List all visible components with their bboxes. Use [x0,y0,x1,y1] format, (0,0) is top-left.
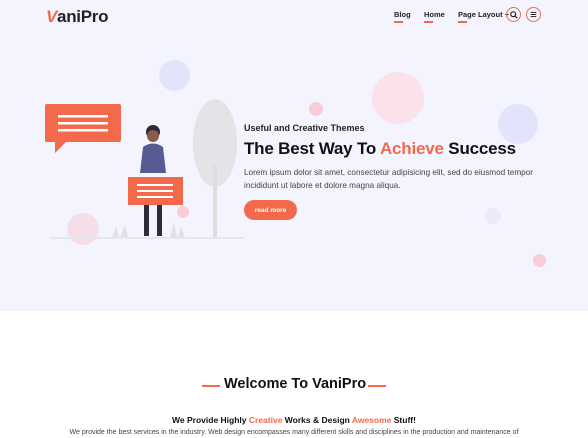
heading-line-left [202,385,220,387]
decor-bubble [533,254,546,267]
welcome-title: Welcome To VaniPro [224,376,367,392]
hamburger-icon [530,11,537,18]
site-header: VaniPro Blog Home Page Layout + [0,0,588,34]
read-more-button[interactable]: read more [244,200,297,220]
heading-line-right [368,385,386,387]
nav-item-label: Home [424,10,445,19]
logo[interactable]: VaniPro [46,7,108,27]
welcome-tagline: We Provide Highly Creative Works & Desig… [172,415,416,425]
decor-bubble [498,104,538,144]
decor-bubble [159,60,190,91]
menu-button[interactable] [526,7,541,22]
decor-bubble [372,72,424,124]
search-button[interactable] [506,7,521,22]
welcome-description: We provide the best services in the indu… [69,429,519,436]
hero-title: The Best Way To Achieve Success [244,139,516,158]
hero-description: Lorem ipsum dolor sit amet, consectetur … [244,168,533,190]
search-icon [509,10,518,19]
nav-item-label: Blog [394,10,411,19]
decor-bubble [309,102,323,116]
decor-bubble [485,208,501,224]
nav-item-blog[interactable]: Blog [394,10,411,23]
nav-item-label: Page Layout + [458,10,510,19]
hero-subtitle: Useful and Creative Themes [244,123,365,133]
welcome-heading: Welcome To VaniPro [0,376,588,396]
nav-underline [424,21,433,23]
nav-item-home[interactable]: Home [424,10,445,23]
hero-section: VaniPro Blog Home Page Layout + Useful a… [0,0,588,311]
nav-underline [394,21,403,23]
hero-illustration [45,99,245,239]
nav-underline [458,21,467,23]
nav-item-page-layout[interactable]: Page Layout + [458,10,510,23]
